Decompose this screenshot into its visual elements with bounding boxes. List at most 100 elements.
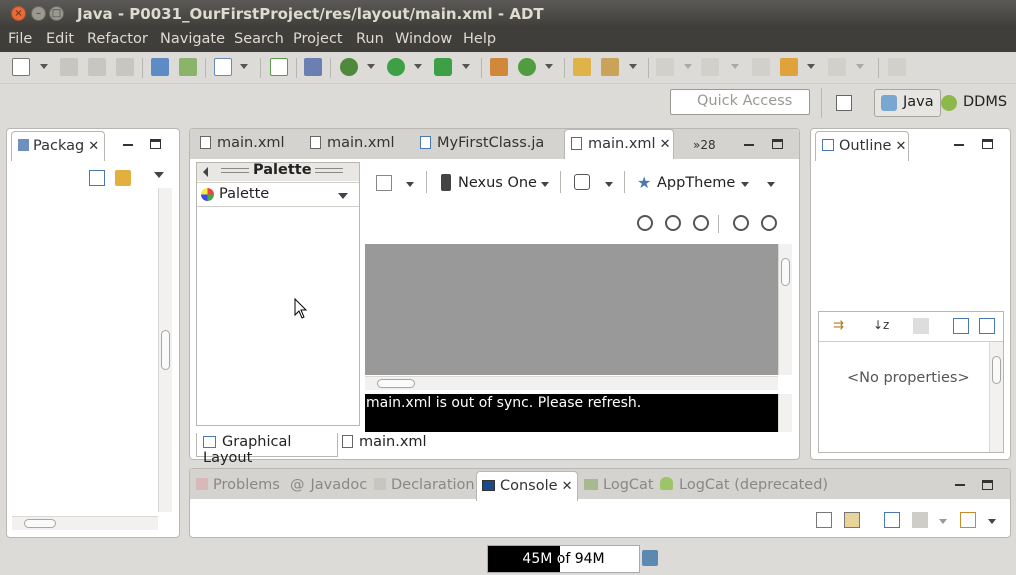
- scrollbar-thumb[interactable]: [24, 519, 56, 528]
- scrollbar-horizontal[interactable]: [12, 516, 158, 530]
- chevron-down-icon[interactable]: [414, 64, 422, 69]
- clear-console-icon[interactable]: [816, 512, 832, 528]
- properties-sort-icon[interactable]: ⇉: [833, 318, 849, 334]
- perspective-ddms[interactable]: DDMS: [934, 89, 1014, 117]
- menu-window[interactable]: Window: [395, 31, 452, 47]
- chevron-down-icon[interactable]: [40, 64, 48, 69]
- scrollbar-thumb[interactable]: [161, 330, 170, 370]
- layout-canvas[interactable]: [365, 244, 778, 375]
- scrollbar-vertical[interactable]: [778, 244, 792, 375]
- maximize-icon[interactable]: [982, 139, 993, 149]
- menu-navigate[interactable]: Navigate: [160, 31, 225, 47]
- zoom-100-icon[interactable]: [693, 215, 709, 231]
- tab-javadoc[interactable]: @ Javadoc: [290, 471, 367, 501]
- device-selector[interactable]: Nexus One: [458, 175, 537, 191]
- scrollbar-vertical[interactable]: [158, 188, 172, 512]
- tab-logcat-deprecated[interactable]: LogCat (deprecated): [660, 471, 828, 501]
- tab-main-xml-source[interactable]: main.xml: [342, 434, 427, 450]
- menu-project[interactable]: Project: [293, 31, 343, 47]
- run-external-tools-icon[interactable]: [434, 58, 452, 76]
- open-perspective-icon[interactable]: [836, 95, 852, 111]
- palette-dropdown[interactable]: Palette: [197, 183, 359, 207]
- zoom-real-size-icon[interactable]: [665, 215, 681, 231]
- scrollbar-thumb[interactable]: [377, 379, 415, 388]
- tab-logcat[interactable]: LogCat: [584, 471, 654, 501]
- editor-tab-main-xml-1[interactable]: main.xml: [200, 129, 300, 159]
- minimize-window-button[interactable]: –: [31, 6, 46, 21]
- zoom-in-icon[interactable]: [761, 215, 777, 231]
- skip-breakpoints-icon[interactable]: [304, 58, 322, 76]
- chevron-left-icon[interactable]: [203, 167, 208, 177]
- new-android-project-icon[interactable]: [270, 58, 288, 76]
- drag-handle[interactable]: [221, 168, 249, 173]
- chevron-down-icon[interactable]: [367, 64, 375, 69]
- new-icon[interactable]: [12, 58, 30, 76]
- close-icon[interactable]: ✕: [562, 479, 573, 494]
- open-console-icon[interactable]: [960, 512, 976, 528]
- menu-search[interactable]: Search: [234, 31, 284, 47]
- chevron-down-icon[interactable]: [629, 64, 637, 69]
- maximize-window-button[interactable]: □: [49, 6, 64, 21]
- scrollbar-vertical[interactable]: [778, 394, 792, 432]
- tab-problems[interactable]: Problems: [196, 471, 280, 501]
- new-java-package-icon[interactable]: [490, 58, 508, 76]
- tab-package-explorer[interactable]: Packag ✕: [11, 131, 105, 161]
- lint-icon[interactable]: [214, 58, 232, 76]
- editor-tab-main-xml-2[interactable]: main.xml: [310, 129, 410, 159]
- minimize-icon[interactable]: [744, 144, 754, 146]
- search-icon[interactable]: [601, 58, 619, 76]
- editor-tab-main-xml-active[interactable]: main.xml ✕: [564, 129, 674, 159]
- minimize-icon[interactable]: [955, 484, 965, 486]
- pin-console-icon[interactable]: [884, 512, 900, 528]
- drag-handle[interactable]: [315, 168, 343, 173]
- zoom-fit-icon[interactable]: [637, 215, 653, 231]
- tab-console[interactable]: Console ✕: [476, 471, 578, 501]
- chevron-down-icon[interactable]: [545, 64, 553, 69]
- run-icon[interactable]: [387, 58, 405, 76]
- heap-status-bar[interactable]: 45M of 94M: [487, 545, 640, 573]
- editor-tab-myfirstclass[interactable]: MyFirstClass.ja: [420, 129, 560, 159]
- close-icon[interactable]: ✕: [895, 139, 906, 154]
- tab-outline[interactable]: Outline ✕: [815, 131, 909, 161]
- chevron-down-icon[interactable]: [807, 64, 815, 69]
- menu-refactor[interactable]: Refactor: [87, 31, 148, 47]
- collapse-all-icon[interactable]: [979, 318, 995, 334]
- link-with-editor-icon[interactable]: [115, 170, 131, 186]
- sort-alpha-icon[interactable]: ↓z: [873, 318, 889, 334]
- minimize-icon[interactable]: [954, 144, 964, 146]
- chevron-down-icon[interactable]: [406, 182, 414, 187]
- chevron-down-icon[interactable]: [988, 519, 996, 524]
- layout-config-icon[interactable]: [376, 175, 392, 191]
- view-menu-icon[interactable]: [154, 172, 164, 178]
- zoom-out-icon[interactable]: [733, 215, 749, 231]
- quick-access-input[interactable]: Quick Access: [670, 89, 810, 115]
- open-type-icon[interactable]: [573, 58, 591, 76]
- scrollbar-thumb[interactable]: [992, 356, 1001, 384]
- chevron-down-icon[interactable]: [240, 64, 248, 69]
- minimize-icon[interactable]: [123, 144, 133, 146]
- perspective-java[interactable]: Java: [874, 89, 941, 117]
- chevron-down-icon[interactable]: [767, 182, 775, 187]
- tab-overflow[interactable]: »28: [693, 129, 716, 159]
- tab-graphical-layout[interactable]: Graphical Layout: [196, 433, 338, 466]
- maximize-icon[interactable]: [150, 139, 161, 149]
- tab-declaration[interactable]: Declaration: [374, 471, 475, 501]
- scrollbar-horizontal[interactable]: [365, 376, 778, 390]
- maximize-icon[interactable]: [982, 480, 993, 490]
- menu-edit[interactable]: Edit: [46, 31, 74, 47]
- menu-help[interactable]: Help: [463, 31, 496, 47]
- sdk-manager-icon[interactable]: [151, 58, 169, 76]
- chevron-down-icon[interactable]: [462, 64, 470, 69]
- chevron-down-icon[interactable]: [605, 182, 613, 187]
- close-window-button[interactable]: ×: [11, 6, 26, 21]
- menu-run[interactable]: Run: [356, 31, 384, 47]
- close-icon[interactable]: ✕: [88, 139, 99, 154]
- trash-icon[interactable]: [642, 550, 658, 566]
- theme-selector[interactable]: AppTheme: [657, 175, 735, 191]
- scrollbar-thumb[interactable]: [781, 258, 790, 286]
- chevron-down-icon[interactable]: [338, 193, 348, 199]
- close-icon[interactable]: ✕: [660, 137, 671, 152]
- chevron-down-icon[interactable]: [541, 182, 549, 187]
- rotate-orientation-icon[interactable]: [574, 174, 590, 190]
- avd-manager-icon[interactable]: [179, 58, 197, 76]
